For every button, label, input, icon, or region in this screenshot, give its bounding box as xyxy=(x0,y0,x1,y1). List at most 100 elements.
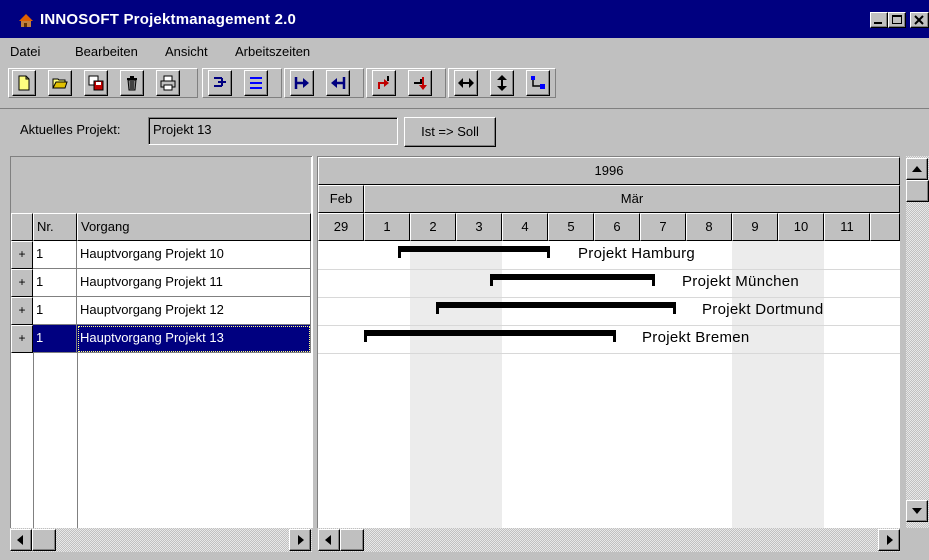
project-bar: Aktuelles Projekt: Projekt 13 Ist => Sol… xyxy=(0,108,929,154)
grid-scroll-right-button[interactable] xyxy=(289,529,311,551)
vertical-scroll-thumb[interactable] xyxy=(906,180,929,202)
outdent-button[interactable] xyxy=(244,70,268,96)
table-row-selected[interactable]: + 1 Hauptvorgang Projekt 13 xyxy=(11,325,311,353)
menu-bar: Datei Bearbeiten Ansicht Arbeitszeiten xyxy=(0,38,929,62)
unlink-button[interactable] xyxy=(408,70,432,96)
menu-arbeitszeiten[interactable]: Arbeitszeiten xyxy=(235,44,310,59)
grid-header-corner[interactable] xyxy=(11,213,33,241)
row-nr: 1 xyxy=(33,241,77,269)
row-vorgang[interactable]: Hauptvorgang Projekt 12 xyxy=(77,297,311,325)
new-button[interactable] xyxy=(12,70,36,96)
vertical-scrollbar[interactable] xyxy=(906,156,929,528)
scroll-up-button[interactable] xyxy=(906,158,928,180)
gantt-day: 7 xyxy=(640,213,686,241)
gantt-day: 2 xyxy=(410,213,456,241)
gantt-row-line xyxy=(318,353,900,354)
stretch-vertical-button[interactable] xyxy=(490,70,514,96)
arrows-vertical-icon xyxy=(497,75,507,91)
grid-scroll-left-button[interactable] xyxy=(10,529,32,551)
gantt-row-line xyxy=(318,269,900,270)
current-project-label: Aktuelles Projekt: xyxy=(20,122,121,137)
row-nr: 1 xyxy=(33,269,77,297)
table-row[interactable]: + 1 Hauptvorgang Projekt 10 xyxy=(11,241,311,269)
gantt-month-maer: Mär xyxy=(364,185,900,213)
gantt-label-muenchen: Projekt München xyxy=(682,273,800,290)
gantt-day: 4 xyxy=(502,213,548,241)
delete-button[interactable] xyxy=(120,70,144,96)
gantt-day: 6 xyxy=(594,213,640,241)
gantt-day: 3 xyxy=(456,213,502,241)
gantt-scroll-thumb[interactable] xyxy=(340,529,364,551)
expand-button[interactable]: + xyxy=(11,241,33,269)
move-right-button[interactable] xyxy=(290,70,314,96)
stretch-horizontal-button[interactable] xyxy=(454,70,478,96)
gantt-chart: 1996 Feb Mär 29 1 2 3 4 5 6 7 8 9 10 11 … xyxy=(318,156,900,528)
table-row[interactable]: + 1 Hauptvorgang Projekt 12 xyxy=(11,297,311,325)
task-grid: Nr. Vorgang + 1 Hauptvorgang Projekt 10 … xyxy=(10,156,312,529)
arrow-right-bar-icon xyxy=(294,77,309,89)
new-document-icon xyxy=(18,75,30,91)
indent-button[interactable] xyxy=(208,70,232,96)
gantt-scroll-left-button[interactable] xyxy=(318,529,340,551)
open-button[interactable] xyxy=(48,70,72,96)
window-title: INNOSOFT Projektmanagement 2.0 xyxy=(40,11,297,28)
gantt-day: 1 xyxy=(364,213,410,241)
connector-icon xyxy=(531,76,545,89)
menu-datei[interactable]: Datei xyxy=(10,44,40,59)
current-project-field[interactable]: Projekt 13 xyxy=(148,117,398,145)
indent-icon xyxy=(214,77,226,87)
expand-button[interactable]: + xyxy=(11,325,33,353)
gantt-row-line xyxy=(318,297,900,298)
gantt-bar-bremen[interactable] xyxy=(364,330,616,342)
gantt-scroll-right-button[interactable] xyxy=(878,529,900,551)
gantt-day: 29 xyxy=(318,213,364,241)
maximize-button[interactable] xyxy=(888,12,906,28)
gantt-day: 8 xyxy=(686,213,732,241)
move-left-button[interactable] xyxy=(326,70,350,96)
row-nr: 1 xyxy=(33,297,77,325)
gantt-bar-muenchen[interactable] xyxy=(490,274,655,286)
expand-button[interactable]: + xyxy=(11,297,33,325)
trash-icon xyxy=(127,76,137,91)
arrow-up-icon xyxy=(912,166,922,172)
grid-header-nr[interactable]: Nr. xyxy=(33,213,77,241)
arrow-left-bar-icon xyxy=(331,77,346,89)
link-button[interactable] xyxy=(372,70,396,96)
print-button[interactable] xyxy=(156,70,180,96)
grid-header-blank xyxy=(11,157,311,213)
menu-bearbeiten[interactable]: Bearbeiten xyxy=(75,44,138,59)
gantt-day-partial xyxy=(870,213,900,241)
expand-button[interactable]: + xyxy=(11,269,33,297)
grid-divider xyxy=(33,353,34,529)
printer-icon xyxy=(160,75,176,91)
menu-ansicht[interactable]: Ansicht xyxy=(165,44,208,59)
grid-scroll-thumb[interactable] xyxy=(32,529,56,551)
arrow-left-icon xyxy=(17,535,23,545)
row-vorgang[interactable]: Hauptvorgang Projekt 13 xyxy=(77,325,311,353)
arrow-down-icon xyxy=(912,508,922,514)
close-button[interactable] xyxy=(910,12,929,28)
row-nr: 1 xyxy=(33,325,77,353)
scroll-down-button[interactable] xyxy=(906,500,928,522)
table-row[interactable]: + 1 Hauptvorgang Projekt 11 xyxy=(11,269,311,297)
gantt-bar-dortmund[interactable] xyxy=(436,302,676,314)
row-vorgang[interactable]: Hauptvorgang Projekt 11 xyxy=(77,269,311,297)
scrollbar-corner xyxy=(906,528,929,552)
gantt-label-bremen: Projekt Bremen xyxy=(642,329,750,346)
folder-open-icon xyxy=(52,78,68,89)
gantt-day: 5 xyxy=(548,213,594,241)
gantt-month-feb: Feb xyxy=(318,185,364,213)
grid-header-vorgang[interactable]: Vorgang xyxy=(77,213,311,241)
ist-soll-button[interactable]: Ist => Soll xyxy=(404,117,496,147)
save-button[interactable] xyxy=(84,70,108,96)
gantt-bar-hamburg[interactable] xyxy=(398,246,550,258)
app-house-icon xyxy=(19,14,33,27)
gantt-day: 9 xyxy=(732,213,778,241)
close-icon xyxy=(914,15,924,25)
minimize-button[interactable] xyxy=(870,12,888,28)
gantt-horizontal-scrollbar[interactable] xyxy=(318,528,900,552)
connect-button[interactable] xyxy=(526,70,550,96)
title-bar[interactable]: INNOSOFT Projektmanagement 2.0 xyxy=(0,0,929,38)
gantt-label-dortmund: Projekt Dortmund xyxy=(702,301,824,318)
row-vorgang[interactable]: Hauptvorgang Projekt 10 xyxy=(77,241,311,269)
